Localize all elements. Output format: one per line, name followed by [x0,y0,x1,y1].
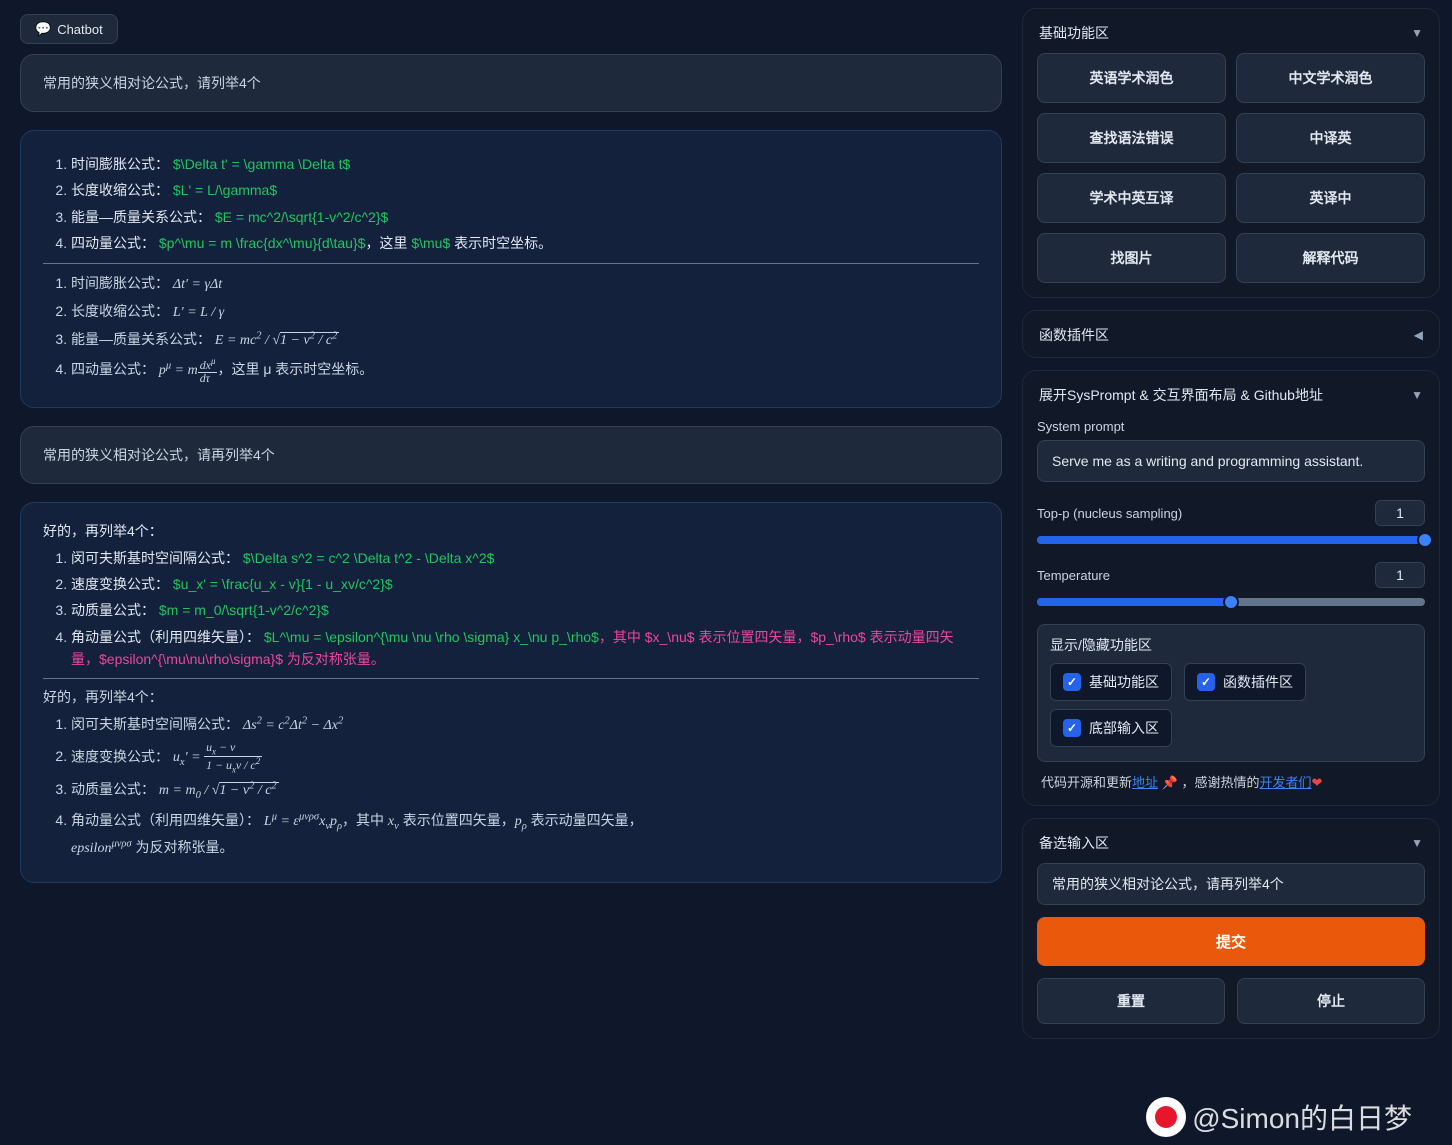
fn-btn-english-polish[interactable]: 英语学术润色 [1037,53,1226,103]
checkbox-bottom-input[interactable]: ✓ 底部输入区 [1050,709,1172,747]
chat-icon: 💬 [35,21,51,37]
panel-alt-input: 备选输入区 ▼ 提交 重置 停止 [1022,818,1440,1039]
developers-link[interactable]: 开发者们 [1259,775,1311,790]
slider-thumb-icon[interactable] [1417,532,1433,548]
right-sidebar: 基础功能区 ▼ 英语学术润色 中文学术润色 查找语法错误 中译英 学术中英互译 … [1022,0,1452,1145]
chat-area: 💬 Chatbot 常用的狭义相对论公式，请列举4个 时间膨胀公式： $\Del… [0,0,1022,1145]
chevron-down-icon: ▼ [1411,26,1423,40]
tab-chatbot[interactable]: 💬 Chatbot [20,14,118,44]
toggle-section: 显示/隐藏功能区 ✓ 基础功能区 ✓ 函数插件区 ✓ 底部输入区 [1037,624,1425,762]
tab-label: Chatbot [57,22,103,37]
temperature-slider[interactable] [1037,598,1425,606]
system-prompt-label: System prompt [1037,419,1425,434]
topp-slider[interactable] [1037,536,1425,544]
fn-btn-chinese-polish[interactable]: 中文学术润色 [1236,53,1425,103]
panel-header[interactable]: 函数插件区 ◀ [1037,321,1425,347]
bot-message: 时间膨胀公式： $\Delta t' = \gamma \Delta t$ 长度… [20,130,1002,408]
check-icon: ✓ [1063,673,1081,691]
fn-btn-explain-code[interactable]: 解释代码 [1236,233,1425,283]
panel-function-plugins: 函数插件区 ◀ [1022,310,1440,358]
footer-text: 代码开源和更新地址 📌 ，感谢热情的开发者们❤ [1037,772,1425,791]
reset-button[interactable]: 重置 [1037,978,1225,1024]
topp-value[interactable]: 1 [1375,500,1425,526]
slider-thumb-icon[interactable] [1223,594,1239,610]
heart-icon: ❤ [1312,775,1323,790]
checkbox-plugin-area[interactable]: ✓ 函数插件区 [1184,663,1306,701]
toggle-section-title: 显示/隐藏功能区 [1050,635,1412,655]
topp-label: Top-p (nucleus sampling) [1037,506,1182,521]
panel-basic-functions: 基础功能区 ▼ 英语学术润色 中文学术润色 查找语法错误 中译英 学术中英互译 … [1022,8,1440,298]
pin-icon: 📌 [1162,775,1178,790]
check-icon: ✓ [1197,673,1215,691]
chevron-left-icon: ◀ [1414,328,1423,342]
fn-btn-grammar-check[interactable]: 查找语法错误 [1037,113,1226,163]
system-prompt-input[interactable] [1037,440,1425,482]
panel-sysprompt: 展开SysPrompt & 交互界面布局 & Github地址 ▼ System… [1022,370,1440,806]
fn-btn-academic-translate[interactable]: 学术中英互译 [1037,173,1226,223]
checkbox-basic-area[interactable]: ✓ 基础功能区 [1050,663,1172,701]
temperature-value[interactable]: 1 [1375,562,1425,588]
bot-message: 好的，再列举4个： 闵可夫斯基时空间隔公式： $\Delta s^2 = c^2… [20,502,1002,883]
fn-btn-zh-to-en[interactable]: 中译英 [1236,113,1425,163]
fn-btn-find-image[interactable]: 找图片 [1037,233,1226,283]
chevron-down-icon: ▼ [1411,836,1423,850]
panel-header[interactable]: 基础功能区 ▼ [1037,19,1425,53]
repo-link[interactable]: 地址 [1132,775,1158,790]
alt-input[interactable] [1037,863,1425,905]
panel-header[interactable]: 展开SysPrompt & 交互界面布局 & Github地址 ▼ [1037,381,1425,415]
chevron-down-icon: ▼ [1411,388,1423,402]
user-message: 常用的狭义相对论公式，请列举4个 [20,54,1002,112]
submit-button[interactable]: 提交 [1037,917,1425,966]
stop-button[interactable]: 停止 [1237,978,1425,1024]
user-message: 常用的狭义相对论公式，请再列举4个 [20,426,1002,484]
fn-btn-en-to-zh[interactable]: 英译中 [1236,173,1425,223]
check-icon: ✓ [1063,719,1081,737]
panel-header[interactable]: 备选输入区 ▼ [1037,829,1425,863]
temperature-label: Temperature [1037,568,1110,583]
tab-row: 💬 Chatbot [20,14,1002,44]
